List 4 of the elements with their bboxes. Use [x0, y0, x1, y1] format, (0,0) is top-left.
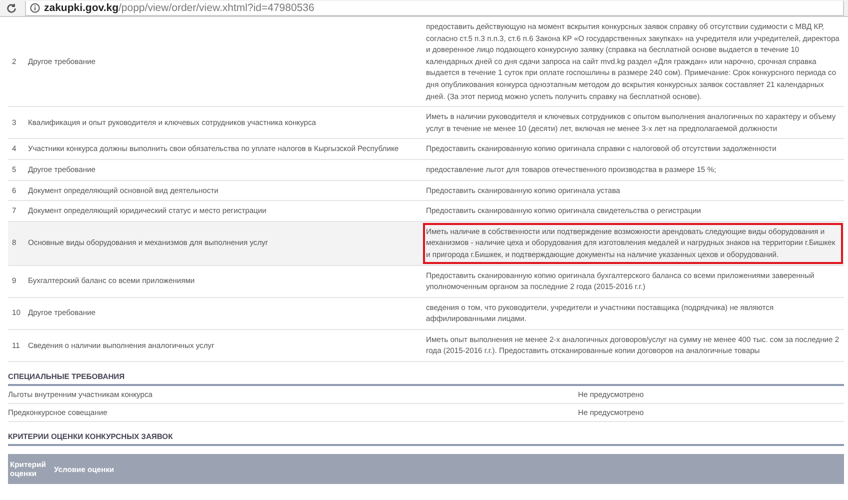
- address-field[interactable]: zakupki.gov.kg/popp/view/order/view.xhtml?id=47980536: [25, 0, 844, 16]
- url-text[interactable]: zakupki.gov.kg/popp/view/order/view.xhtml?id=47980536: [44, 2, 314, 14]
- info-icon[interactable]: [30, 2, 40, 12]
- reload-icon[interactable]: [6, 2, 17, 14]
